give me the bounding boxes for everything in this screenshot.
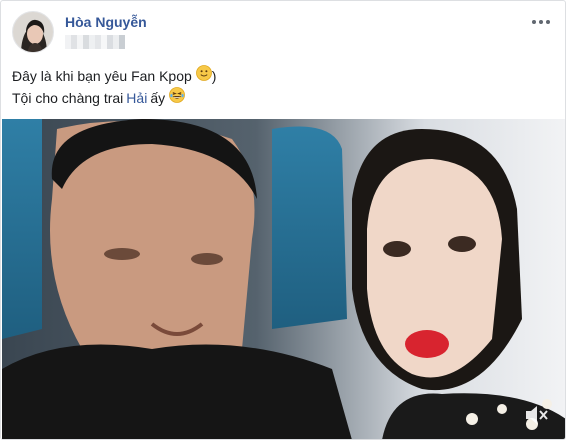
author-name[interactable]: Hòa Nguyễn — [65, 14, 147, 30]
post-message: Đây là khi bạn yêu Fan Kpop ) Tội cho ch… — [12, 65, 552, 109]
post-line-2-suffix: ấy — [150, 90, 166, 106]
post-line-2-highlight[interactable]: Hải — [126, 87, 147, 109]
post-line-1-suffix: ) — [211, 68, 217, 84]
author-avatar[interactable] — [12, 11, 54, 53]
more-options-icon[interactable] — [529, 15, 553, 29]
blurred-timestamp — [65, 35, 127, 49]
post-line-1: Đây là khi bạn yêu Fan Kpop ) — [12, 65, 552, 87]
post-line-2-prefix: Tội cho chàng trai — [12, 90, 124, 106]
avatar-image — [13, 12, 53, 52]
speaker-muted-icon[interactable] — [522, 402, 552, 428]
slightly-smiling-face-icon — [195, 65, 212, 87]
video-player[interactable] — [2, 119, 565, 439]
post-line-2: Tội cho chàng trai Hải ấy — [12, 87, 552, 109]
video-frame — [2, 119, 565, 439]
facebook-post: Hòa Nguyễn Đây là khi bạn yêu Fan Kpop)… — [0, 0, 566, 440]
laughing-face-icon — [169, 87, 186, 109]
post-header: Hòa Nguyễn — [1, 1, 565, 61]
post-line-1-text: Đây là khi bạn yêu Fan Kpop — [12, 68, 192, 84]
